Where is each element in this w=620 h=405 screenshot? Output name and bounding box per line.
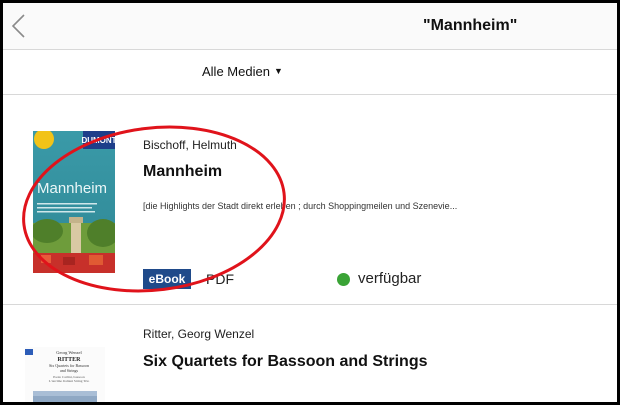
cover-brand: DUMONT: [81, 136, 115, 145]
item-title[interactable]: Six Quartets for Bassoon and Strings: [143, 353, 428, 371]
item-title[interactable]: Mannheim: [143, 163, 222, 181]
cover-line: L'Arcimo Italiani String Trio: [49, 379, 90, 383]
author-name: Ritter, Georg Wenzel: [143, 327, 255, 341]
caret-down-icon: ▼: [273, 66, 283, 76]
cover-title: Mannheim: [37, 180, 107, 197]
app-window: "Mannheim" Alle Medien▼ DUMONT Mannheim: [0, 0, 620, 405]
top-bar: "Mannheim": [3, 3, 617, 50]
availability-status-icon: [337, 273, 350, 286]
filter-bar: Alle Medien ▼: [3, 50, 617, 95]
media-type-badge: eBook: [143, 269, 191, 289]
book-cover[interactable]: DUMONT Mannheim: [33, 131, 115, 273]
result-item[interactable]: DUMONT Mannheim Bischoff, Helmuth Mannhe…: [3, 95, 617, 305]
format-label: PDF: [206, 271, 234, 287]
chevron-left-icon[interactable]: [9, 13, 31, 39]
cover-line: and Strings: [60, 368, 79, 373]
book-cover[interactable]: Georg Wenzel RITTER Six Quartets for Bas…: [25, 347, 105, 402]
result-item[interactable]: Georg Wenzel RITTER Six Quartets for Bas…: [3, 305, 617, 402]
availability-label: verfügbar: [358, 270, 422, 287]
author-name: Bischoff, Helmuth: [143, 138, 237, 152]
book-cover-art: DUMONT Mannheim: [33, 131, 115, 273]
media-filter-dropdown[interactable]: Alle Medien ▼: [202, 64, 283, 79]
item-description: [die Highlights der Stadt direkt erleben…: [143, 201, 458, 211]
book-cover-art: Georg Wenzel RITTER Six Quartets for Bas…: [25, 347, 105, 402]
cover-line: Georg Wenzel: [56, 350, 82, 355]
media-filter-label: Alle Medien: [202, 64, 270, 79]
page-title: "Mannheim": [423, 17, 518, 34]
